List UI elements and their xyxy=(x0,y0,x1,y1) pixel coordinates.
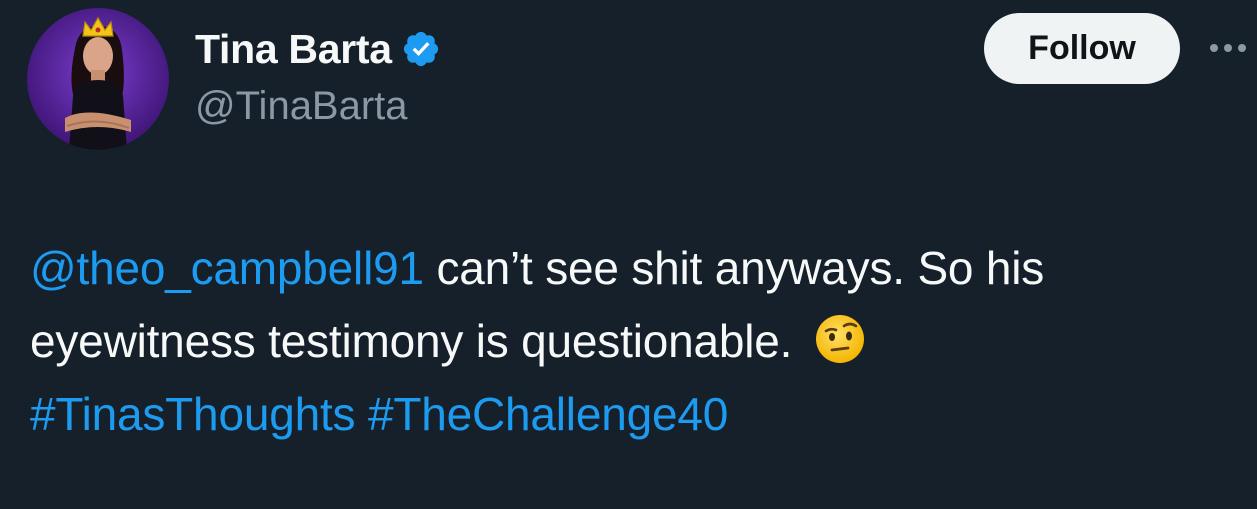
hashtag-link[interactable]: #TheChallenge40 xyxy=(368,388,728,440)
mention-link[interactable]: @theo_campbell91 xyxy=(30,242,424,294)
tweet-text-segment-2: eyewitness testimony is questionable. xyxy=(30,315,793,367)
tweet-line-3: #TinasThoughts #TheChallenge40 xyxy=(30,378,1250,451)
tweet-line-2: eyewitness testimony is questionable. xyxy=(30,305,1250,378)
tweet-line-1: @theo_campbell91 can’t see shit anyways.… xyxy=(30,232,1250,305)
hashtag-link[interactable]: #TinasThoughts xyxy=(30,388,356,440)
more-options-icon[interactable] xyxy=(1204,33,1252,63)
author-avatar[interactable] xyxy=(27,8,169,150)
raised-eyebrow-emoji-icon xyxy=(814,313,866,365)
follow-button[interactable]: Follow xyxy=(984,13,1180,84)
tweet-text-segment-1: can’t see shit anyways. So his xyxy=(423,242,1045,294)
author-name-row: Tina Barta xyxy=(195,22,441,76)
author-display-name[interactable]: Tina Barta xyxy=(195,26,392,73)
tweet-card: Tina Barta @TinaBarta Follow @theo_campb… xyxy=(0,0,1257,509)
verified-badge-icon xyxy=(401,29,441,69)
avatar-image xyxy=(27,8,169,150)
tweet-text: @theo_campbell91 can’t see shit anyways.… xyxy=(30,232,1250,451)
author-handle[interactable]: @TinaBarta xyxy=(195,84,408,129)
